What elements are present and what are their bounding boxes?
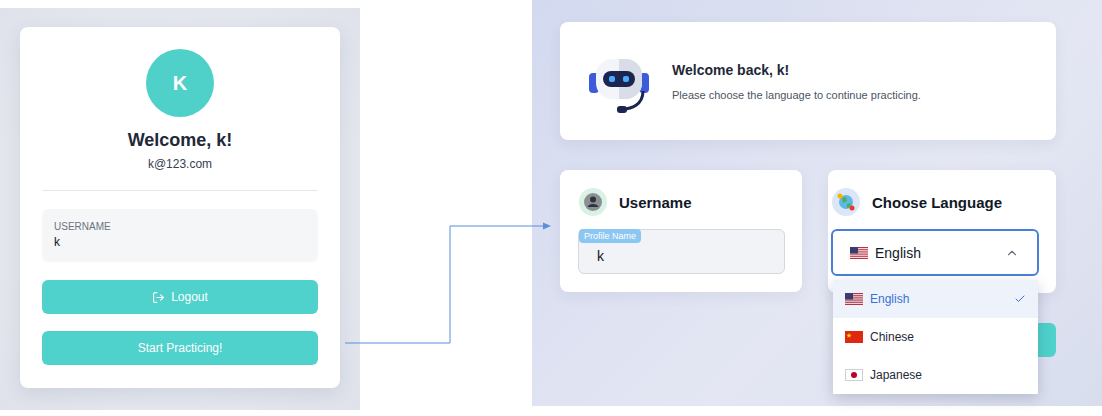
china-flag-icon [845,331,863,343]
language-card: Choose Language English [828,170,1056,293]
cards-row: Username Profile Namek Choose Language Engl… [560,170,1056,357]
language-card-title: Choose Language [872,194,1002,211]
email: k@123.com [148,157,212,171]
header-card: Welcome back, k! Please choose the langua… [560,22,1056,140]
us-flag-icon [845,293,863,305]
header-subtitle: Please choose the language to continue p… [672,89,921,101]
chevron-up-icon [1005,246,1019,260]
field-badge: Profile Name [579,229,641,243]
welcome-title: Welcome, k! [128,130,233,151]
header-title: Welcome back, k! [672,62,921,78]
user-icon [579,188,607,216]
us-flag-icon [850,247,868,259]
language-option[interactable]: Japanese [833,356,1038,394]
username-box: USERNAME k [42,209,318,262]
logout-button[interactable]: Logout [42,280,318,314]
check-icon [1014,293,1026,305]
language-column: Choose LanguageEnglishEnglishChineseJapa… [828,170,1056,357]
username-card: Username Profile Namek [560,170,802,292]
profile-name-field[interactable]: Profile Namek [578,229,785,274]
start-practicing-button[interactable]: Start Practicing! [42,331,318,365]
language-select[interactable]: English [831,229,1039,276]
page: K Welcome, k! k@123.com USERNAME k Logout Star… [0,0,1102,416]
language-option[interactable]: English [833,280,1038,318]
language-menu: EnglishChineseJapanese [833,280,1038,394]
avatar: K [146,49,214,117]
username-card-title: Username [619,194,692,211]
username-value: k [54,235,306,249]
japan-flag-icon [845,369,863,381]
language-icon [832,188,860,216]
language-screen: Welcome back, k! Please choose the langua… [532,0,1102,406]
profile-screen: K Welcome, k! k@123.com USERNAME k Logout Star… [0,8,360,410]
username-label: USERNAME [54,221,306,232]
robot-icon [583,45,655,117]
logout-icon [152,291,165,304]
profile-card: K Welcome, k! k@123.com USERNAME k Logout Star… [20,27,340,388]
divider [42,190,318,191]
language-option[interactable]: Chinese [833,318,1038,356]
